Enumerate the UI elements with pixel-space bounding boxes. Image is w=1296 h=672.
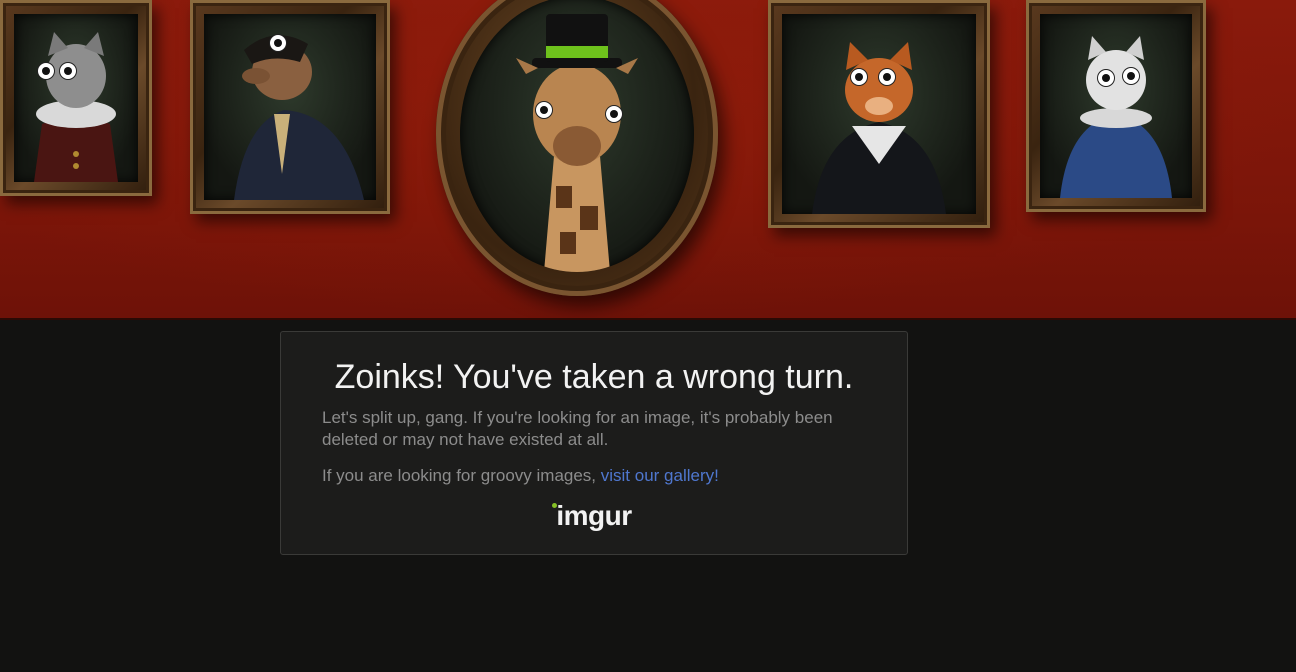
orange-cat-portrait [768, 0, 990, 228]
error-message: Let's split up, gang. If you're looking … [322, 408, 833, 449]
giraffe-portrait-top-hat [436, 0, 718, 296]
otter-illustration [234, 35, 364, 200]
white-cat-portrait [1026, 0, 1206, 212]
googly-eye-icon [1098, 70, 1114, 86]
googly-eye-icon [606, 106, 622, 122]
error-title: Zoinks! You've taken a wrong turn. [334, 358, 854, 396]
orange-cat-illustration [812, 42, 946, 214]
header-banner [0, 0, 1296, 318]
googly-eye-icon [38, 63, 54, 79]
logo-dot-icon [552, 503, 557, 508]
cat-ruff-illustration [34, 32, 118, 182]
giraffe-illustration [516, 14, 638, 272]
banner-divider [0, 318, 1296, 320]
googly-eye-icon [60, 63, 76, 79]
googly-eye-icon [851, 69, 867, 85]
imgur-logo[interactable]: imgur [281, 500, 907, 532]
error-card: Zoinks! You've taken a wrong turn. Let's… [280, 331, 908, 555]
imgur-logo-text: imgur [556, 500, 632, 531]
gallery-link[interactable]: visit our gallery! [601, 466, 719, 485]
googly-eye-icon [1123, 68, 1139, 84]
googly-eye-icon [270, 35, 286, 51]
gallery-hint: If you are looking for groovy images, vi… [322, 465, 872, 487]
gallery-hint-text: If you are looking for groovy images, [322, 466, 601, 485]
white-cat-illustration [1060, 36, 1172, 198]
cat-portrait-ruff [0, 0, 152, 196]
googly-eye-icon [879, 69, 895, 85]
otter-portrait [190, 0, 390, 214]
googly-eye-icon [536, 102, 552, 118]
